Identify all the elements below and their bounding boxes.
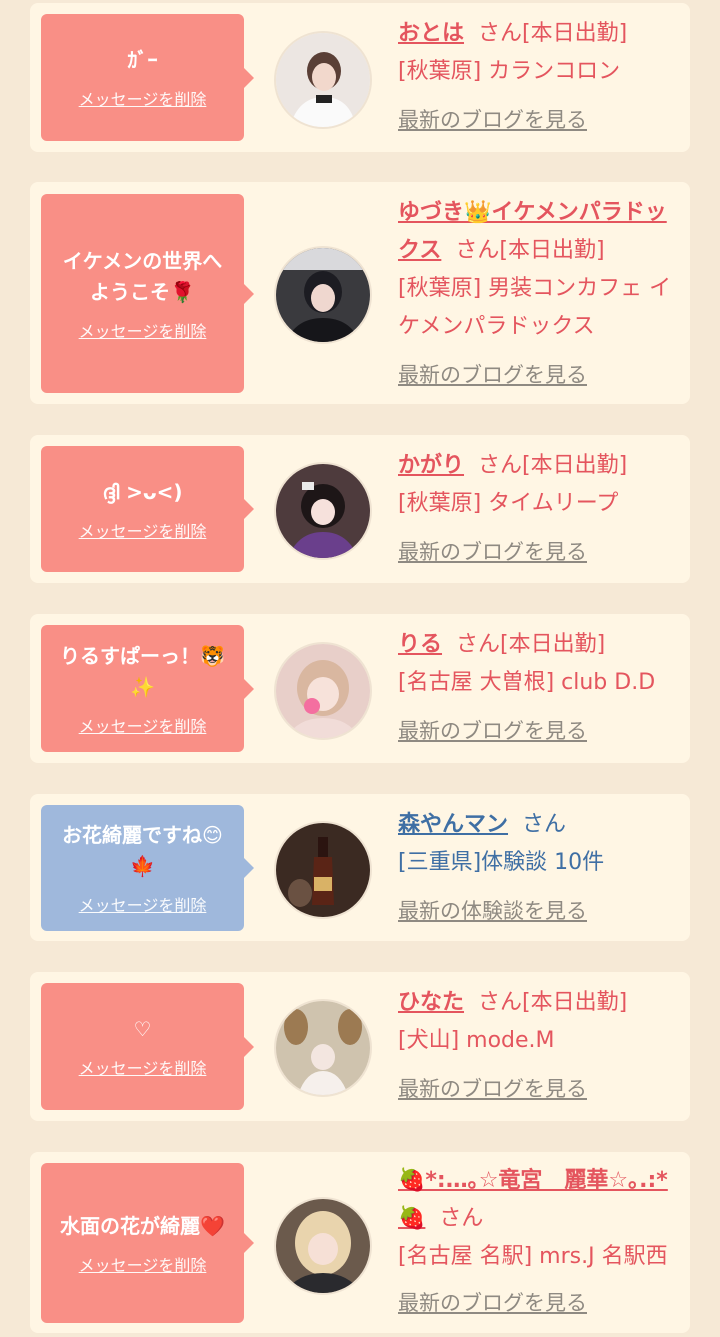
message-card: 水面の花が綺麗❤️ メッセージを削除 🍓*:…｡☆竜宮 麗華☆｡.:*🍓 さん [… [30, 1152, 690, 1333]
review-count-label: [三重県]体験談 10件 [398, 850, 605, 875]
work-status: [本日出勤] [522, 990, 628, 1015]
work-status: [本日出勤] [500, 632, 606, 657]
message-text: お花綺麗ですね😊 🍁 [62, 823, 223, 878]
honorific: さん [456, 632, 501, 657]
message-card: ദ്ദി >ᴗ<) メッセージを削除 かがり さん[本日出勤] [秋葉原] タイム… [30, 435, 690, 583]
avatar[interactable] [274, 462, 372, 560]
message-bubble: ♡ メッセージを削除 [41, 983, 254, 1110]
avatar[interactable] [274, 1197, 372, 1295]
honorific: さん [455, 238, 500, 263]
message-text: ♡ [133, 1017, 152, 1041]
honorific: さん [478, 990, 523, 1015]
work-status: [本日出勤] [522, 21, 628, 46]
delete-message-link[interactable]: メッセージを削除 [79, 892, 207, 916]
latest-blog-link[interactable]: 最新のブログを見る [398, 1284, 684, 1322]
cast-info: 🍓*:…｡☆竜宮 麗華☆｡.:*🍓 さん [名古屋 名駅] mrs.J 名駅西 最… [398, 1162, 684, 1322]
cast-name-link[interactable]: かがり [398, 453, 464, 478]
latest-review-link[interactable]: 最新の体験談を見る [398, 892, 684, 930]
message-bubble: 水面の花が綺麗❤️ メッセージを削除 [41, 1163, 254, 1323]
work-status: [本日出勤] [522, 453, 628, 478]
message-bubble: イケメンの世界へ ようこそ🌹 メッセージを削除 [41, 194, 254, 393]
avatar[interactable] [274, 31, 372, 129]
avatar[interactable] [274, 821, 372, 919]
message-text: りるすぱーっ！🐯 ✨ [60, 643, 225, 699]
cast-info: かがり さん[本日出勤] [秋葉原] タイムリープ 最新のブログを見る [398, 447, 684, 571]
message-card: ♡ メッセージを削除 ひなた さん[本日出勤] [犬山] mode.M 最新のブロ… [30, 972, 690, 1121]
message-text: イケメンの世界へ ようこそ🌹 [62, 248, 223, 304]
avatar[interactable] [274, 999, 372, 1097]
delete-message-link[interactable]: メッセージを削除 [79, 1252, 207, 1276]
message-bubble: ｶﾞｰ メッセージを削除 [41, 14, 254, 141]
cast-name-link[interactable]: りる [398, 632, 442, 657]
message-bubble: ദ്ദി >ᴗ<) メッセージを削除 [41, 446, 254, 572]
cast-info: ゆづき👑イケメンパラドックス さん[本日出勤] [秋葉原] 男装コンカフェ イケメ… [398, 194, 684, 394]
delete-message-link[interactable]: メッセージを削除 [79, 518, 207, 542]
delete-message-link[interactable]: メッセージを削除 [79, 1055, 207, 1079]
cast-info: りる さん[本日出勤] [名古屋 大曽根] club D.D 最新のブログを見る [398, 626, 684, 750]
shop-label: [犬山] mode.M [398, 1028, 555, 1053]
avatar[interactable] [274, 642, 372, 740]
delete-message-link[interactable]: メッセージを削除 [79, 86, 207, 110]
latest-blog-link[interactable]: 最新のブログを見る [398, 1070, 684, 1108]
shop-label: [秋葉原] カランコロン [398, 59, 621, 84]
message-text: ｶﾞｰ [127, 48, 158, 72]
message-card: りるすぱーっ！🐯 ✨ メッセージを削除 りる さん[本日出勤] [名古屋 大曽根]… [30, 614, 690, 763]
cast-name-link[interactable]: おとは [398, 21, 464, 46]
message-text: ദ്ദി >ᴗ<) [102, 479, 183, 504]
honorific: さん [522, 812, 567, 837]
message-bubble: お花綺麗ですね😊 🍁 メッセージを削除 [41, 805, 254, 931]
message-text: 水面の花が綺麗❤️ [60, 1213, 225, 1238]
message-card: イケメンの世界へ ようこそ🌹 メッセージを削除 ゆづき👑イケメンパラドックス さん… [30, 182, 690, 404]
latest-blog-link[interactable]: 最新のブログを見る [398, 356, 684, 394]
work-status: [本日出勤] [499, 238, 605, 263]
avatar[interactable] [274, 246, 372, 344]
message-card: お花綺麗ですね😊 🍁 メッセージを削除 森やんマン さん [三重県]体験談 10件… [30, 794, 690, 941]
reviewer-info: 森やんマン さん [三重県]体験談 10件 最新の体験談を見る [398, 806, 684, 930]
cast-name-link[interactable]: ひなた [398, 990, 464, 1015]
latest-blog-link[interactable]: 最新のブログを見る [398, 101, 684, 139]
shop-label: [名古屋 名駅] mrs.J 名駅西 [398, 1244, 668, 1269]
cast-info: ひなた さん[本日出勤] [犬山] mode.M 最新のブログを見る [398, 984, 684, 1108]
latest-blog-link[interactable]: 最新のブログを見る [398, 712, 684, 750]
cast-info: おとは さん[本日出勤] [秋葉原] カランコロン 最新のブログを見る [398, 15, 684, 139]
honorific: さん [439, 1206, 484, 1231]
message-card: ｶﾞｰ メッセージを削除 おとは さん[本日出勤] [秋葉原] カランコロン 最新… [30, 3, 690, 152]
delete-message-link[interactable]: メッセージを削除 [79, 713, 207, 737]
message-bubble: りるすぱーっ！🐯 ✨ メッセージを削除 [41, 625, 254, 752]
reviewer-name-link[interactable]: 森やんマン [398, 812, 508, 837]
latest-blog-link[interactable]: 最新のブログを見る [398, 533, 684, 571]
honorific: さん [478, 21, 523, 46]
shop-label: [秋葉原] 男装コンカフェ イケメンパラドックス [398, 276, 672, 339]
delete-message-link[interactable]: メッセージを削除 [79, 318, 207, 342]
honorific: さん [478, 453, 523, 478]
shop-label: [名古屋 大曽根] club D.D [398, 670, 656, 695]
shop-label: [秋葉原] タイムリープ [398, 491, 619, 516]
